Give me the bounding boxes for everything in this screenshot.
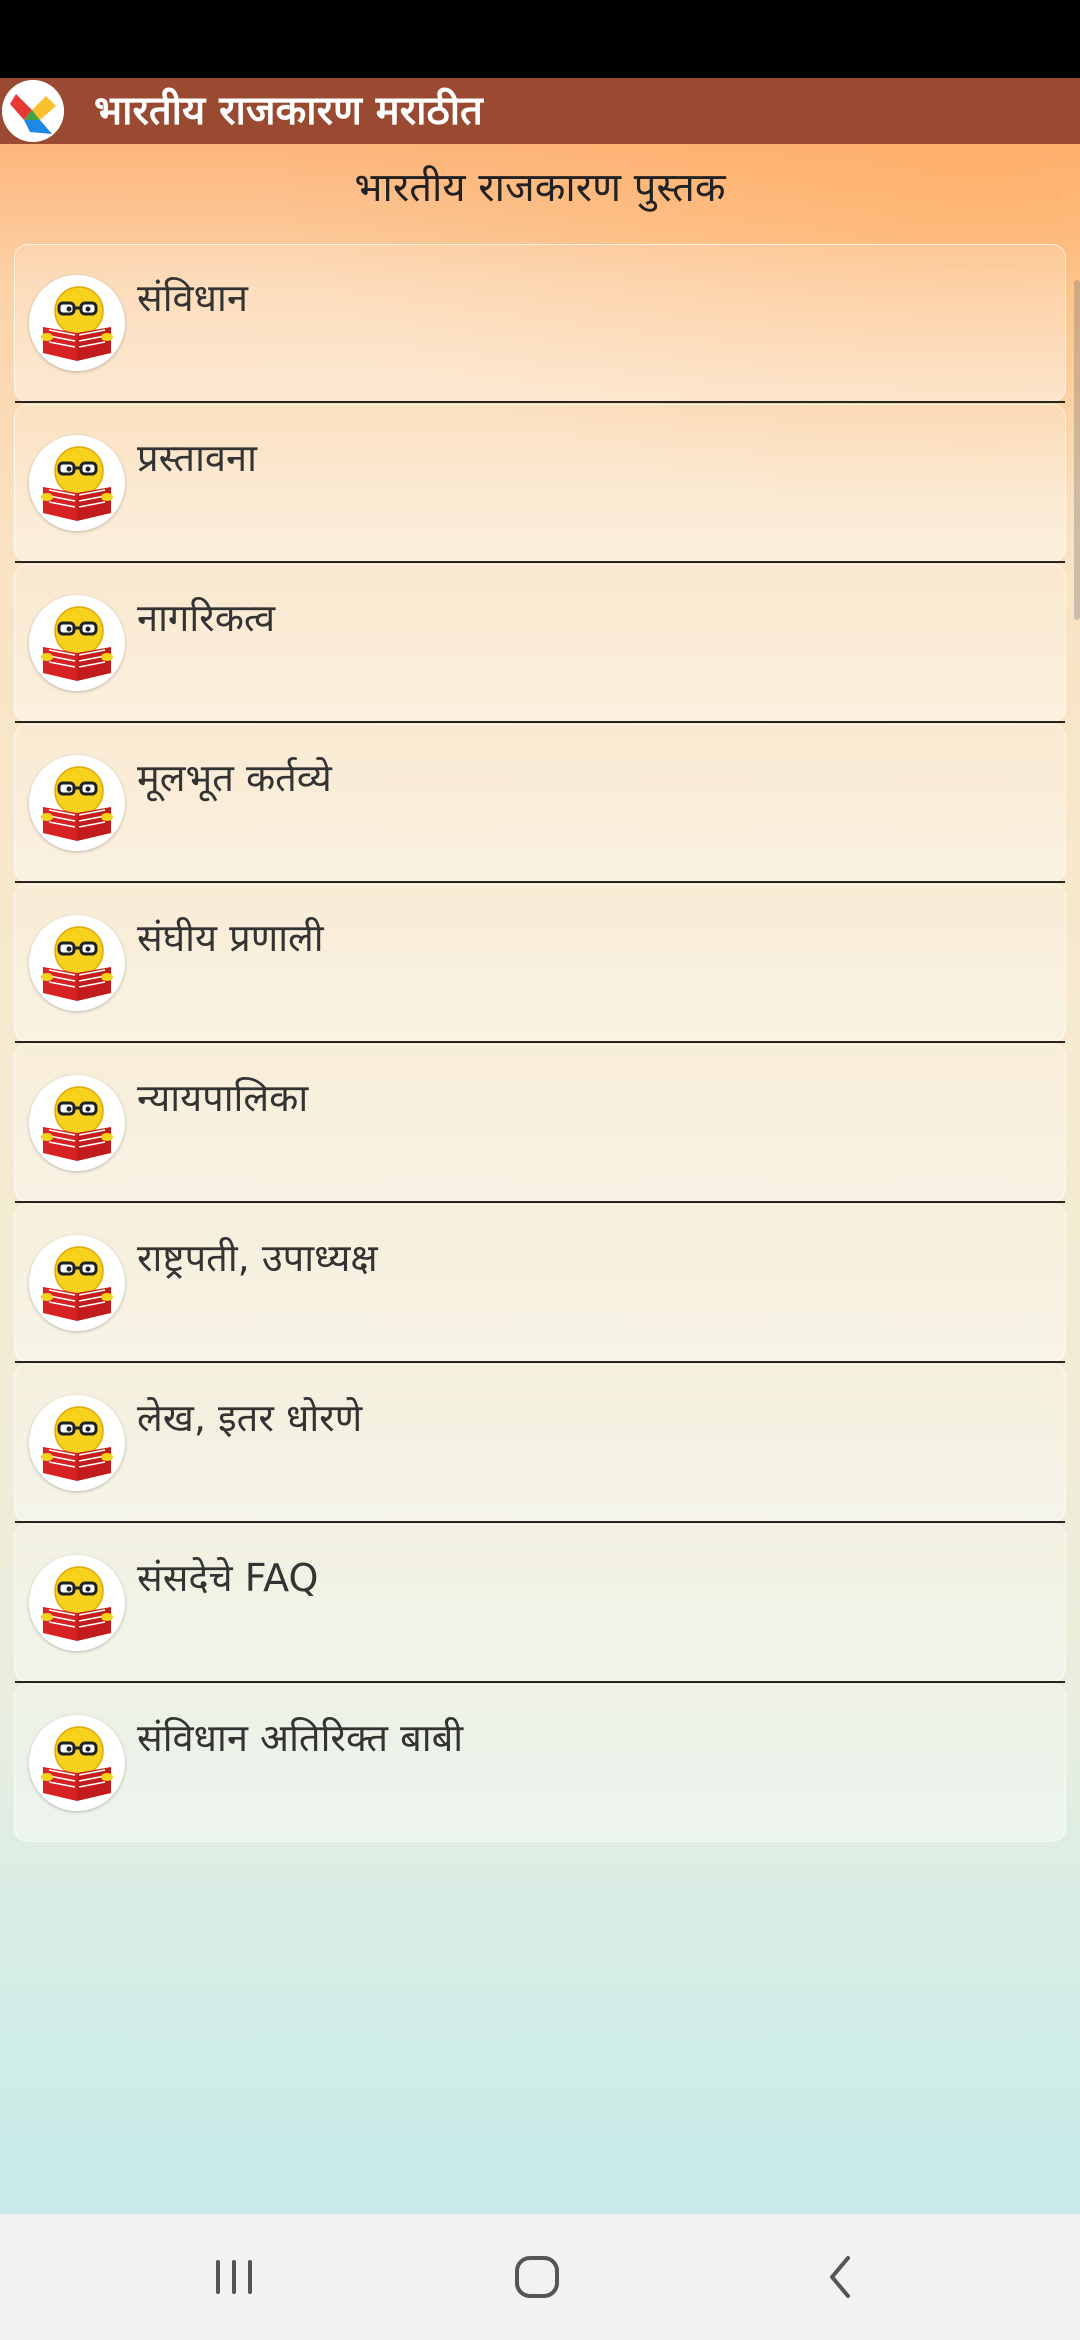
list-item[interactable]: न्यायपालिका	[14, 1044, 1066, 1203]
reading-emoji-icon	[29, 755, 125, 851]
divider	[15, 401, 1065, 403]
reading-emoji-icon	[29, 1555, 125, 1651]
status-bar	[0, 0, 1080, 78]
divider	[15, 1201, 1065, 1203]
list-item[interactable]: संविधान अतिरिक्त बाबी	[14, 1684, 1066, 1842]
divider	[15, 1041, 1065, 1043]
reading-emoji-icon	[29, 595, 125, 691]
list-item-label: संसदेचे FAQ	[137, 1556, 319, 1600]
back-icon[interactable]	[800, 2244, 880, 2310]
app-logo-icon	[2, 80, 64, 142]
list-item[interactable]: संसदेचे FAQ	[14, 1524, 1066, 1683]
phone-screen: भारतीय राजकारण मराठीत भारतीय राजकारण पुस…	[0, 0, 1080, 2340]
app-bar: भारतीय राजकारण मराठीत	[0, 78, 1080, 144]
list-item[interactable]: प्रस्तावना	[14, 404, 1066, 563]
reading-emoji-icon	[29, 1235, 125, 1331]
divider	[15, 561, 1065, 563]
recents-icon[interactable]	[196, 2244, 276, 2310]
list-item[interactable]: संघीय प्रणाली	[14, 884, 1066, 1043]
list-item-label: प्रस्तावना	[137, 436, 257, 480]
list-item[interactable]: नागरिकत्व	[14, 564, 1066, 723]
list-item-label: लेख, इतर धोरणे	[137, 1396, 363, 1440]
list-item-label: नागरिकत्व	[137, 596, 276, 640]
navigation-bar	[0, 2214, 1080, 2340]
list-item[interactable]: संविधान	[14, 244, 1066, 403]
divider	[15, 1521, 1065, 1523]
divider	[15, 1681, 1065, 1683]
chapter-list: संविधान प्रस्तावना नागरिकत्व मूलभूत कर्त…	[14, 244, 1066, 1844]
list-item-label: संविधान अतिरिक्त बाबी	[137, 1716, 464, 1760]
content-area: भारतीय राजकारण पुस्तक संविधान प्रस्तावना…	[0, 144, 1080, 2214]
reading-emoji-icon	[29, 915, 125, 1011]
list-item[interactable]: राष्ट्रपती, उपाध्यक्ष	[14, 1204, 1066, 1363]
divider	[15, 881, 1065, 883]
home-icon[interactable]	[497, 2244, 577, 2310]
list-item-label: न्यायपालिका	[137, 1076, 309, 1120]
list-item[interactable]: लेख, इतर धोरणे	[14, 1364, 1066, 1523]
list-item-label: संघीय प्रणाली	[137, 916, 324, 960]
reading-emoji-icon	[29, 1715, 125, 1811]
reading-emoji-icon	[29, 1395, 125, 1491]
page-heading: भारतीय राजकारण पुस्तक	[354, 165, 726, 211]
divider	[15, 721, 1065, 723]
reading-emoji-icon	[29, 275, 125, 371]
reading-emoji-icon	[29, 435, 125, 531]
scrollbar[interactable]	[1074, 280, 1080, 620]
list-item-label: राष्ट्रपती, उपाध्यक्ष	[137, 1236, 378, 1280]
list-item-label: मूलभूत कर्तव्ये	[137, 756, 332, 800]
list-item[interactable]: मूलभूत कर्तव्ये	[14, 724, 1066, 883]
list-item-label: संविधान	[137, 276, 248, 320]
app-title: भारतीय राजकारण मराठीत	[94, 88, 483, 134]
reading-emoji-icon	[29, 1075, 125, 1171]
divider	[15, 1361, 1065, 1363]
